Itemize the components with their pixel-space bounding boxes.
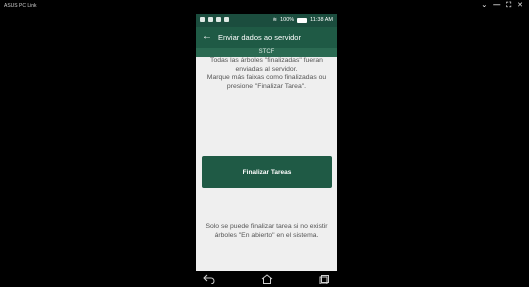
info-message-bottom: Solo se puede finalizar tarea si no exis… bbox=[205, 223, 328, 239]
clock: 11:38 AM bbox=[310, 17, 333, 23]
app-title: Enviar dados ao servidor bbox=[218, 33, 301, 42]
close-icon[interactable]: ✕ bbox=[517, 2, 523, 10]
app-toolbar: ← Enviar dados ao servidor bbox=[196, 27, 337, 48]
home-icon[interactable] bbox=[260, 273, 274, 285]
battery-icon bbox=[297, 17, 308, 23]
android-nav-bar bbox=[196, 271, 337, 287]
android-status-bar: ≋ 100% 11:38 AM bbox=[196, 14, 337, 27]
sub-header: STCF bbox=[196, 48, 337, 57]
back-arrow-icon[interactable]: ← bbox=[202, 31, 212, 43]
host-window-controls: ⌄ — ⛶ ✕ bbox=[481, 2, 523, 10]
notification-icon bbox=[208, 17, 213, 22]
maximize-icon[interactable]: ⛶ bbox=[506, 2, 511, 10]
minimize-icon[interactable]: — bbox=[493, 2, 500, 10]
status-right: ≋ 100% 11:38 AM bbox=[272, 17, 333, 23]
host-app-title: ASUS PC Link bbox=[4, 3, 37, 9]
phone-screen: ≋ 100% 11:38 AM ← Enviar dados ao servid… bbox=[196, 14, 337, 287]
finalize-tasks-button[interactable]: Finalizar Tareas bbox=[202, 156, 332, 188]
notification-icon bbox=[224, 17, 229, 22]
host-window-titlebar: ASUS PC Link ⌄ — ⛶ ✕ bbox=[0, 0, 529, 14]
notification-icon bbox=[216, 17, 221, 22]
back-icon[interactable] bbox=[202, 273, 216, 285]
wifi-icon: ≋ bbox=[272, 17, 278, 23]
minimize-down-icon[interactable]: ⌄ bbox=[481, 2, 487, 10]
battery-percent: 100% bbox=[280, 17, 295, 23]
notification-icons bbox=[200, 17, 229, 22]
notification-icon bbox=[200, 17, 205, 22]
recent-apps-icon[interactable] bbox=[318, 273, 332, 285]
info-message-top: Todas las árboles "finalizadas" fueran e… bbox=[206, 57, 327, 90]
